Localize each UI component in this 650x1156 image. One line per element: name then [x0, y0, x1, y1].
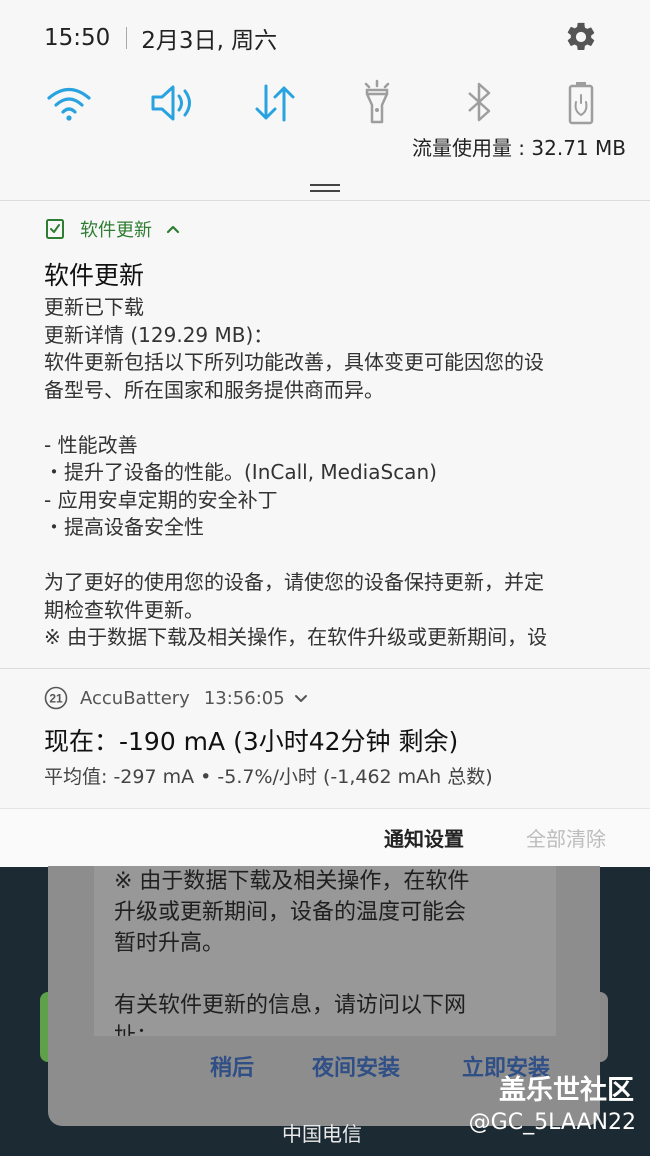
- dialog-text-line: ※ 由于数据下载及相关操作，在软件: [114, 869, 470, 894]
- status-date: 2月3日, 周六: [141, 28, 278, 54]
- accubattery-badge-text: 21: [49, 692, 63, 706]
- update-body-line: [44, 542, 614, 570]
- update-body-line: ・提升了设备的性能。(InCall, MediaScan): [44, 460, 437, 484]
- flashlight-icon[interactable]: [352, 78, 402, 128]
- accubattery-badge-icon: 21: [44, 686, 68, 710]
- update-app-name: 软件更新: [80, 220, 152, 241]
- sound-icon[interactable]: [148, 78, 198, 128]
- gear-icon[interactable]: [564, 20, 598, 54]
- status-time: 15:50: [44, 25, 111, 51]
- later-button[interactable]: 稍后: [210, 1050, 254, 1082]
- update-body-line: ※ 由于数据下载及相关操作，在软件升级或更新期间，设: [44, 625, 548, 649]
- dialog-text-line: 址：: [114, 1021, 469, 1036]
- background-dialog-text: ※ 由于数据下载及相关操作，在软件 升级或更新期间，设备的温度可能会 暂时升高。有关…: [114, 866, 469, 1036]
- chevron-down-icon[interactable]: [293, 690, 309, 706]
- wifi-icon[interactable]: [44, 78, 94, 128]
- battery-notification-header[interactable]: 21 AccuBattery 13:56:05: [44, 686, 309, 710]
- divider: [0, 668, 650, 669]
- background-dialog-content: ※ 由于数据下载及相关操作，在软件 升级或更新期间，设备的温度可能会 暂时升高。有关…: [94, 866, 556, 1036]
- battery-notification-subtitle: 平均值: -297 mA • -5.7%/小时 (-1,462 mAh 总数): [44, 766, 493, 788]
- bluetooth-icon[interactable]: [454, 78, 504, 128]
- divider: [0, 200, 650, 201]
- update-notification-body[interactable]: 更新已下载更新详情 (129.29 MB)： 软件更新包括以下所列功能改善，具体变…: [44, 294, 614, 654]
- watermark-handle: @GC_5LAAN22: [468, 1110, 636, 1135]
- battery-notification-title: 现在：-190 mA (3小时42分钟 剩余): [44, 727, 459, 756]
- chevron-up-icon[interactable]: [164, 220, 182, 238]
- install-overnight-button[interactable]: 夜间安装: [312, 1050, 400, 1082]
- status-bar: 15:50 2月3日, 周六: [44, 18, 277, 58]
- notification-shade: 15:50 2月3日, 周六 流量使用量: 32.71 MB 软件更新 软件更…: [0, 0, 650, 867]
- notification-settings-button[interactable]: 通知设置: [384, 823, 464, 852]
- mobile-data-icon[interactable]: [250, 78, 300, 128]
- update-notification-header[interactable]: 软件更新: [44, 216, 182, 242]
- battery-notification-time: 13:56:05: [203, 687, 285, 709]
- status-separator: [126, 27, 128, 49]
- notification-footer: 通知设置 全部清除: [0, 808, 650, 867]
- watermark-title: 盖乐世社区: [499, 1075, 634, 1106]
- update-body-line: - 性能改善: [44, 432, 138, 457]
- dialog-text-line: [114, 959, 469, 990]
- dialog-text-line: 有关软件更新的信息，请访问以下网: [114, 993, 467, 1018]
- update-body-line: ・提高设备安全性: [44, 515, 204, 539]
- update-body-line: [44, 404, 614, 432]
- update-check-icon: [46, 219, 64, 239]
- update-body-line: 期检查软件更新。: [44, 597, 204, 622]
- update-body-line: 更新已下载: [44, 295, 144, 319]
- update-body-line: - 应用安卓定期的安全补丁: [44, 487, 278, 512]
- update-body-line: 备型号、所在国家和服务提供商而异。: [44, 377, 384, 402]
- clear-all-button[interactable]: 全部清除: [526, 823, 606, 852]
- dialog-text-line: 暂时升高。: [114, 931, 225, 956]
- update-body-line: 为了更好的使用您的设备，请使您的设备保持更新，并定: [44, 570, 544, 594]
- update-notification-title: 软件更新: [44, 261, 145, 290]
- update-body-line: 更新详情 (129.29 MB)：: [44, 322, 274, 347]
- battery-saver-icon[interactable]: [556, 78, 606, 128]
- update-body-line: 软件更新包括以下所列功能改善，具体变更可能因您的设: [44, 350, 544, 374]
- dialog-text-line: 升级或更新期间，设备的温度可能会: [114, 900, 467, 925]
- battery-app-name: AccuBattery: [80, 687, 190, 709]
- data-usage-text[interactable]: 流量使用量 : 32.71 MB: [412, 132, 626, 161]
- quick-settings-row: [0, 78, 650, 128]
- carrier-label: 中国电信: [282, 1122, 362, 1146]
- drag-handle[interactable]: [310, 184, 340, 192]
